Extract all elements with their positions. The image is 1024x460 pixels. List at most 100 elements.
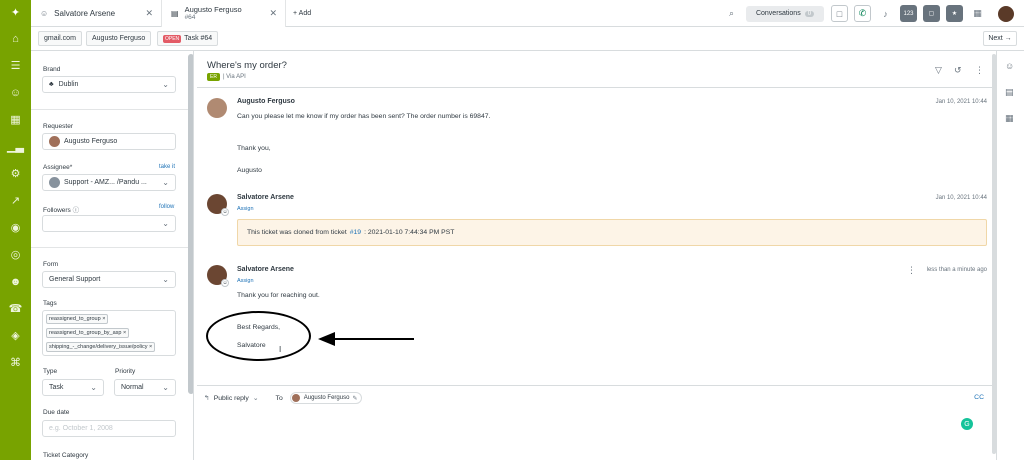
form-select[interactable]: General Support ⌄ (42, 271, 176, 288)
count-badge[interactable]: 123 (900, 5, 917, 22)
user-icon: ☺ (40, 9, 49, 18)
chevron-down-icon[interactable]: ⌄ (253, 394, 259, 402)
divider (197, 87, 992, 88)
breadcrumb-requester[interactable]: Augusto Ferguso (86, 31, 152, 46)
activity-icon[interactable]: ★ (946, 5, 963, 22)
ticket-icon: ▤ (171, 9, 179, 18)
chat-icon[interactable]: □ (831, 5, 848, 22)
assignee-label: Assignee* (43, 164, 73, 171)
assignee-select[interactable]: Support - AMZ... /Pandu ... ⌄ (42, 174, 176, 191)
annotation-arrow-head (318, 332, 335, 346)
notifications-bell-icon[interactable]: ♪ (877, 5, 894, 22)
ticket-subject[interactable]: Where's my order? (207, 60, 287, 71)
reply-toolbar: ↰ Public reply ⌄ To Augusto Ferguso ✎ (204, 392, 363, 404)
context-panel-rail: ☺ ▤ ▦ (996, 51, 1024, 460)
cc-link[interactable]: CC (974, 394, 984, 401)
due-date-input[interactable]: e.g. October 1, 2008 (42, 420, 176, 437)
ticket-channel: ER | Via API (207, 73, 246, 81)
apps-icon[interactable]: ▢ (923, 5, 940, 22)
apps-grid-icon[interactable]: ▦ (1005, 113, 1014, 124)
reply-mode-select[interactable]: Public reply (214, 395, 249, 402)
admin-gear-icon[interactable]: ⚙ (0, 161, 31, 188)
assign-link[interactable]: Assign (237, 278, 254, 284)
breadcrumb-org[interactable]: gmail.com (38, 31, 82, 46)
recipient-chip[interactable]: Augusto Ferguso ✎ (289, 392, 363, 404)
sidebar-scrollbar[interactable] (188, 54, 193, 394)
edit-pencil-icon[interactable]: ✎ (352, 395, 357, 402)
product-tray-icon[interactable]: ▦ (969, 5, 986, 22)
apps-icon[interactable]: ◎ (0, 242, 31, 269)
chevron-down-icon: ⌄ (90, 383, 97, 392)
user-avatar[interactable] (998, 5, 1014, 22)
grammarly-icon[interactable]: G (961, 418, 973, 430)
followers-label: Followers ⓘ (43, 207, 80, 214)
priority-select[interactable]: Normal ⌄ (114, 379, 176, 396)
requester-value: Augusto Ferguso (64, 138, 118, 145)
conversations-button[interactable]: Conversations 0 (746, 5, 824, 22)
talk-icon[interactable]: ☎ (0, 296, 31, 323)
message-line: Can you please let me know if my order h… (237, 113, 491, 120)
tag-chip[interactable]: shipping_-_change/delivery_issue/policy … (46, 342, 156, 352)
avatar[interactable]: ☺ (207, 194, 229, 216)
tags-label: Tags (43, 300, 57, 307)
message-author[interactable]: Salvatore Arsene (237, 194, 294, 201)
chevron-down-icon: ⌄ (162, 219, 169, 228)
tab-salvatore-arsene[interactable]: ☺ Salvatore Arsene ✕ (31, 0, 162, 27)
requester-avatar (49, 136, 60, 147)
brand-label: Brand (43, 66, 61, 73)
zendesk-logo-icon[interactable]: ✦ (0, 0, 31, 26)
type-select[interactable]: Task ⌄ (42, 379, 104, 396)
avatar[interactable]: ☺ (207, 265, 229, 287)
brand-icon: ♣ (49, 81, 54, 88)
search-icon[interactable]: ⌕ (723, 5, 740, 22)
message-author[interactable]: Salvatore Arsene (237, 266, 294, 273)
close-tab-icon[interactable]: ✕ (145, 8, 153, 19)
info-icon: ⓘ (72, 207, 80, 214)
message-author[interactable]: Augusto Ferguso (237, 98, 295, 105)
next-button[interactable]: Next → (983, 31, 1017, 46)
customer-context-icon[interactable]: ☺ (1005, 61, 1014, 71)
reporting-icon[interactable]: ▁▃ (0, 134, 31, 161)
knowledge-icon[interactable]: ▤ (1005, 87, 1014, 98)
user-icon[interactable]: ☻ (0, 269, 31, 296)
organizations-icon[interactable]: ▦ (0, 107, 31, 134)
history-icon[interactable]: ↺ (954, 65, 962, 76)
message-timestamp: Jan 10, 2021 10:44 (935, 195, 987, 201)
take-it-link[interactable]: take it (159, 164, 175, 170)
follow-link[interactable]: follow (159, 204, 174, 210)
reply-icon: ↰ (204, 395, 210, 402)
reply-composer[interactable]: ↰ Public reply ⌄ To Augusto Ferguso ✎ CC… (197, 385, 992, 460)
priority-value: Normal (121, 384, 144, 391)
assign-link[interactable]: Assign (237, 206, 254, 212)
customers-icon[interactable]: ☺ (0, 80, 31, 107)
requester-label: Requester (43, 123, 73, 130)
connect-icon[interactable]: ⌘ (0, 350, 31, 377)
trend-icon[interactable]: ↗ (0, 188, 31, 215)
top-bar: ☺ Salvatore Arsene ✕ ▤ Augusto Ferguso #… (31, 0, 1024, 27)
message-line: Thank you for reaching out. (237, 292, 320, 299)
ticket-label: Task #64 (184, 35, 213, 42)
more-options-icon[interactable]: ⋮ (975, 65, 984, 76)
avatar[interactable] (207, 98, 227, 118)
home-icon[interactable]: ⌂ (0, 26, 31, 53)
views-icon[interactable]: ☰ (0, 53, 31, 80)
tag-chip[interactable]: reassigned_to_group × (46, 314, 109, 324)
requester-field[interactable]: Augusto Ferguso (42, 133, 176, 150)
eye-icon[interactable]: ◉ (0, 215, 31, 242)
tag-chip[interactable]: reassigned_to_group_by_asp × (46, 328, 130, 338)
chevron-down-icon: ⌄ (162, 178, 169, 187)
brand-select[interactable]: ♣ Dublin ⌄ (42, 76, 176, 93)
message-options-icon[interactable]: ⋮ (907, 265, 916, 276)
add-tab-button[interactable]: + Add (293, 0, 311, 27)
tab-ticket-64[interactable]: ▤ Augusto Ferguso #64 ✕ (162, 0, 286, 27)
tags-field[interactable]: reassigned_to_group × reassigned_to_grou… (42, 310, 176, 356)
channel-text: | Via API (222, 74, 246, 80)
phone-icon[interactable]: ✆ (854, 5, 871, 22)
top-bar-actions: ⌕ Conversations 0 □ ✆ ♪ 123 ▢ ★ ▦ (723, 0, 1024, 27)
followers-select[interactable]: ⌄ (42, 215, 176, 232)
breadcrumb-ticket[interactable]: OPEN Task #64 (157, 31, 219, 46)
ticket-link[interactable]: #19 (350, 229, 361, 236)
close-tab-icon[interactable]: ✕ (269, 8, 277, 19)
filter-icon[interactable]: ▽ (935, 65, 942, 76)
tag-icon[interactable]: ◈ (0, 323, 31, 350)
